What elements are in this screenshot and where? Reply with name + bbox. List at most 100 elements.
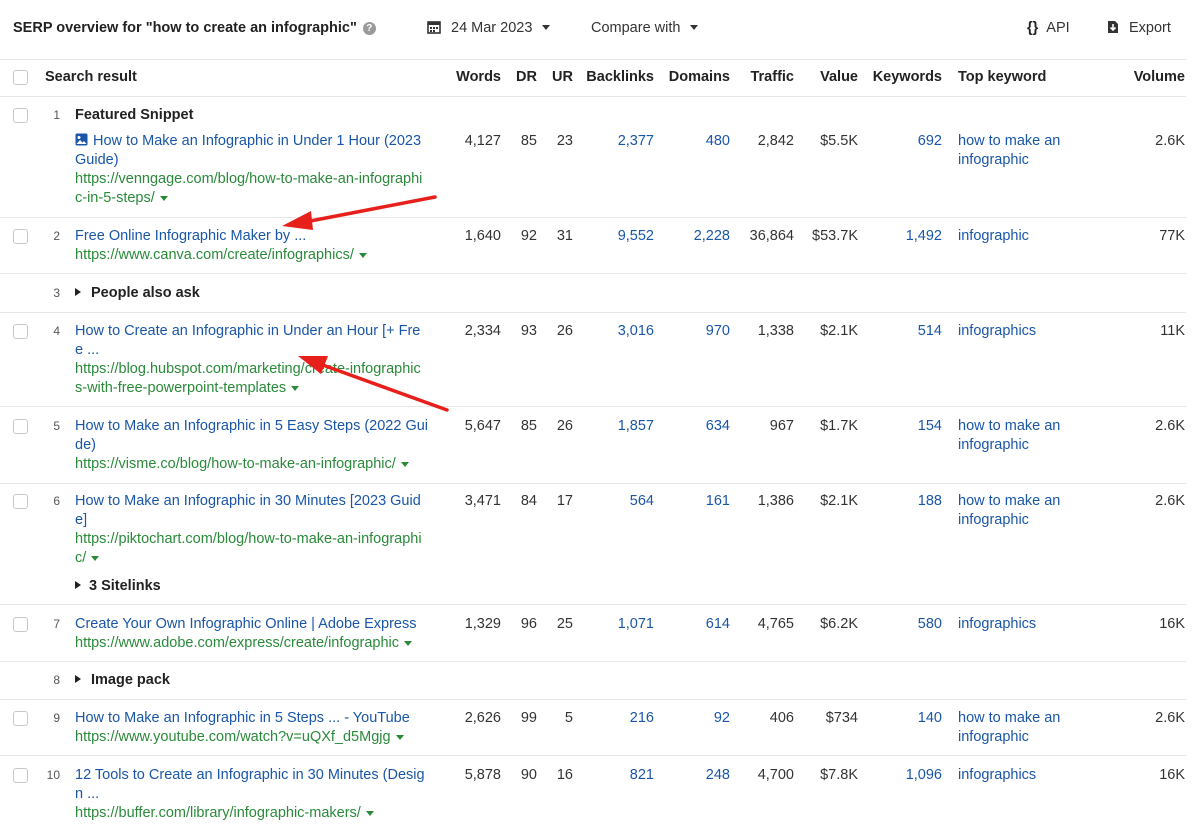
- cell-top-keyword[interactable]: how to make an: [958, 709, 1060, 728]
- cell-backlinks[interactable]: 1,857: [580, 417, 654, 436]
- row-checkbox[interactable]: [13, 617, 28, 632]
- cell-keywords[interactable]: 1,096: [865, 766, 942, 785]
- result-title-link[interactable]: How to Create an Infographic in Under an…: [75, 322, 420, 341]
- col-backlinks[interactable]: Backlinks: [580, 68, 654, 87]
- cell-top-keyword-cont[interactable]: infographic: [958, 436, 1029, 455]
- result-title-link[interactable]: How to Make an Infographic in 30 Minutes…: [75, 492, 421, 511]
- row-checkbox[interactable]: [13, 711, 28, 726]
- cell-backlinks[interactable]: 2,377: [580, 132, 654, 151]
- cell-backlinks[interactable]: 564: [580, 492, 654, 511]
- result-title-link[interactable]: Create Your Own Infographic Online | Ado…: [75, 615, 417, 634]
- result-title-link-cont[interactable]: n ...: [75, 785, 99, 804]
- cell-domains[interactable]: 480: [660, 132, 730, 151]
- cell-keywords[interactable]: 140: [865, 709, 942, 728]
- col-dr[interactable]: DR: [505, 68, 537, 87]
- cell-domains[interactable]: 614: [660, 615, 730, 634]
- col-traffic[interactable]: Traffic: [735, 68, 794, 87]
- cell-top-keyword[interactable]: infographics: [958, 766, 1036, 785]
- chevron-down-icon[interactable]: [365, 811, 374, 816]
- braces-icon: {}: [1027, 20, 1039, 36]
- cell-domains[interactable]: 634: [660, 417, 730, 436]
- result-url[interactable]: https://blog.hubspot.com/marketing/creat…: [75, 360, 421, 379]
- chevron-down-icon[interactable]: [159, 196, 168, 201]
- cell-top-keyword[interactable]: how to make an: [958, 132, 1060, 151]
- cell-keywords[interactable]: 514: [865, 322, 942, 341]
- people-also-ask-toggle[interactable]: People also ask: [75, 284, 200, 303]
- result-url[interactable]: https://venngage.com/blog/how-to-make-an…: [75, 170, 422, 189]
- result-title-link-cont[interactable]: e]: [75, 511, 87, 530]
- cell-backlinks[interactable]: 821: [580, 766, 654, 785]
- row-checkbox[interactable]: [13, 768, 28, 783]
- result-url[interactable]: https://www.youtube.com/watch?v=uQXf_d5M…: [75, 728, 404, 747]
- result-title-link[interactable]: How to Make an Infographic in Under 1 Ho…: [75, 132, 421, 151]
- row-checkbox[interactable]: [13, 229, 28, 244]
- cell-keywords[interactable]: 580: [865, 615, 942, 634]
- chevron-down-icon[interactable]: [395, 735, 404, 740]
- cell-domains[interactable]: 248: [660, 766, 730, 785]
- cell-keywords[interactable]: 692: [865, 132, 942, 151]
- chevron-down-icon[interactable]: [91, 556, 100, 561]
- cell-dr: 90: [520, 767, 537, 783]
- image-pack-toggle[interactable]: Image pack: [75, 671, 170, 690]
- row-rank: 8: [53, 673, 60, 687]
- col-words[interactable]: Words: [440, 68, 501, 87]
- cell-top-keyword-cont[interactable]: infographic: [958, 511, 1029, 530]
- cell-backlinks[interactable]: 1,071: [580, 615, 654, 634]
- result-url[interactable]: https://www.adobe.com/express/create/inf…: [75, 634, 412, 653]
- cell-keywords[interactable]: 188: [865, 492, 942, 511]
- result-url[interactable]: https://visme.co/blog/how-to-make-an-inf…: [75, 455, 409, 474]
- cell-top-keyword-cont[interactable]: infographic: [958, 151, 1029, 170]
- col-keywords[interactable]: Keywords: [865, 68, 942, 87]
- result-title-link[interactable]: Free Online Infographic Maker by ...: [75, 227, 306, 246]
- cell-top-keyword[interactable]: infographics: [958, 322, 1036, 341]
- chevron-down-icon[interactable]: [291, 386, 300, 391]
- cell-backlinks[interactable]: 9,552: [580, 227, 654, 246]
- cell-top-keyword[interactable]: how to make an: [958, 492, 1060, 511]
- cell-keywords[interactable]: 1,492: [865, 227, 942, 246]
- cell-backlinks[interactable]: 216: [580, 709, 654, 728]
- col-domains[interactable]: Domains: [660, 68, 730, 87]
- result-title-link-cont[interactable]: de): [75, 436, 96, 455]
- row-checkbox[interactable]: [13, 419, 28, 434]
- cell-top-keyword[interactable]: infographic: [958, 227, 1029, 246]
- result-title-link-cont[interactable]: Guide): [75, 151, 119, 170]
- col-top-keyword[interactable]: Top keyword: [958, 68, 1046, 87]
- cell-top-keyword-cont[interactable]: infographic: [958, 728, 1029, 747]
- api-button[interactable]: {} API: [1027, 20, 1070, 36]
- result-title-link[interactable]: How to Make an Infographic in 5 Steps ..…: [75, 709, 410, 728]
- result-url-cont[interactable]: c-in-5-steps/: [75, 189, 168, 208]
- row-checkbox[interactable]: [13, 108, 28, 123]
- select-all-checkbox[interactable]: [13, 70, 28, 85]
- cell-domains[interactable]: 970: [660, 322, 730, 341]
- result-url-cont[interactable]: s-with-free-powerpoint-templates: [75, 379, 300, 398]
- row-checkbox[interactable]: [13, 494, 28, 509]
- sitelinks-toggle[interactable]: 3 Sitelinks: [75, 577, 161, 596]
- result-url[interactable]: https://www.canva.com/create/infographic…: [75, 246, 367, 265]
- result-url[interactable]: https://piktochart.com/blog/how-to-make-…: [75, 530, 422, 549]
- result-title-link-cont[interactable]: e ...: [75, 341, 99, 360]
- chevron-down-icon[interactable]: [404, 641, 412, 646]
- col-value[interactable]: Value: [800, 68, 858, 87]
- date-picker-button[interactable]: 24 Mar 2023: [427, 20, 551, 36]
- result-url-cont[interactable]: c/: [75, 549, 100, 568]
- chevron-down-icon[interactable]: [358, 253, 367, 258]
- cell-domains[interactable]: 161: [660, 492, 730, 511]
- compare-with-dropdown[interactable]: Compare with: [591, 20, 699, 36]
- export-button[interactable]: Export: [1107, 20, 1171, 36]
- result-title-link[interactable]: How to Make an Infographic in 5 Easy Ste…: [75, 417, 428, 436]
- row-checkbox[interactable]: [13, 324, 28, 339]
- col-search-result[interactable]: Search result: [45, 68, 137, 87]
- cell-domains[interactable]: 92: [660, 709, 730, 728]
- cell-keywords[interactable]: 154: [865, 417, 942, 436]
- cell-top-keyword[interactable]: how to make an: [958, 417, 1060, 436]
- col-volume[interactable]: Volume: [1110, 68, 1185, 87]
- cell-backlinks[interactable]: 3,016: [580, 322, 654, 341]
- row-rank: 2: [53, 229, 60, 243]
- result-title-link[interactable]: 12 Tools to Create an Infographic in 30 …: [75, 766, 425, 785]
- help-icon[interactable]: ?: [362, 22, 376, 35]
- chevron-down-icon[interactable]: [400, 462, 409, 467]
- result-url[interactable]: https://buffer.com/library/infographic-m…: [75, 804, 374, 823]
- cell-domains[interactable]: 2,228: [660, 227, 730, 246]
- col-ur[interactable]: UR: [541, 68, 573, 87]
- cell-top-keyword[interactable]: infographics: [958, 615, 1036, 634]
